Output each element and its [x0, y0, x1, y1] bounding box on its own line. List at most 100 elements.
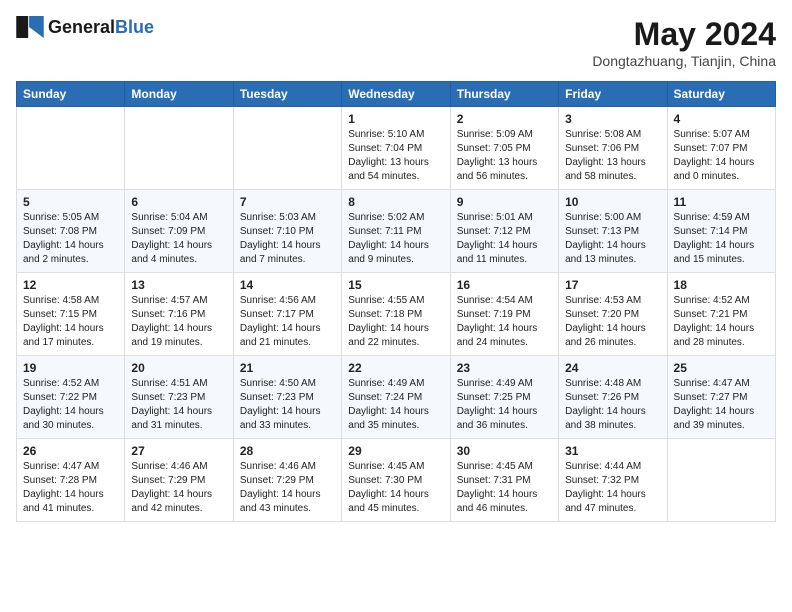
calendar-cell: 16 Sunrise: 4:54 AM Sunset: 7:19 PM Dayl…	[450, 273, 558, 356]
sunrise-label: Sunrise: 4:52 AM	[674, 295, 750, 306]
sunrise-label: Sunrise: 4:46 AM	[131, 461, 207, 472]
day-number: 30	[457, 444, 552, 458]
daylight-label: Daylight: 14 hours and 30 minutes.	[23, 406, 104, 431]
weekday-header-wednesday: Wednesday	[342, 82, 450, 107]
daylight-label: Daylight: 14 hours and 2 minutes.	[23, 240, 104, 265]
sunrise-label: Sunrise: 5:01 AM	[457, 212, 533, 223]
sunset-label: Sunset: 7:04 PM	[348, 143, 422, 154]
daylight-label: Daylight: 14 hours and 17 minutes.	[23, 323, 104, 348]
day-info: Sunrise: 4:46 AM Sunset: 7:29 PM Dayligh…	[131, 460, 226, 516]
day-number: 26	[23, 444, 118, 458]
weekday-header-saturday: Saturday	[667, 82, 775, 107]
day-info: Sunrise: 4:49 AM Sunset: 7:24 PM Dayligh…	[348, 377, 443, 433]
day-info: Sunrise: 5:08 AM Sunset: 7:06 PM Dayligh…	[565, 128, 660, 184]
daylight-label: Daylight: 13 hours and 58 minutes.	[565, 157, 646, 182]
sunrise-label: Sunrise: 4:44 AM	[565, 461, 641, 472]
day-number: 5	[23, 195, 118, 209]
sunrise-label: Sunrise: 5:09 AM	[457, 129, 533, 140]
day-number: 23	[457, 361, 552, 375]
calendar-cell	[17, 107, 125, 190]
day-number: 7	[240, 195, 335, 209]
calendar-cell: 19 Sunrise: 4:52 AM Sunset: 7:22 PM Dayl…	[17, 356, 125, 439]
sunset-label: Sunset: 7:11 PM	[348, 226, 421, 237]
sunrise-label: Sunrise: 4:45 AM	[348, 461, 424, 472]
sunset-label: Sunset: 7:07 PM	[674, 143, 748, 154]
sunset-label: Sunset: 7:24 PM	[348, 392, 422, 403]
sunrise-label: Sunrise: 4:58 AM	[23, 295, 99, 306]
sunset-label: Sunset: 7:12 PM	[457, 226, 531, 237]
day-number: 18	[674, 278, 769, 292]
day-info: Sunrise: 4:48 AM Sunset: 7:26 PM Dayligh…	[565, 377, 660, 433]
calendar-cell: 9 Sunrise: 5:01 AM Sunset: 7:12 PM Dayli…	[450, 190, 558, 273]
day-number: 17	[565, 278, 660, 292]
calendar-cell: 2 Sunrise: 5:09 AM Sunset: 7:05 PM Dayli…	[450, 107, 558, 190]
calendar-cell	[667, 439, 775, 522]
location-subtitle: Dongtazhuang, Tianjin, China	[592, 53, 776, 69]
day-number: 25	[674, 361, 769, 375]
day-number: 31	[565, 444, 660, 458]
day-info: Sunrise: 4:51 AM Sunset: 7:23 PM Dayligh…	[131, 377, 226, 433]
sunrise-label: Sunrise: 5:07 AM	[674, 129, 750, 140]
calendar-cell: 22 Sunrise: 4:49 AM Sunset: 7:24 PM Dayl…	[342, 356, 450, 439]
sunset-label: Sunset: 7:23 PM	[240, 392, 314, 403]
day-number: 4	[674, 112, 769, 126]
sunrise-label: Sunrise: 4:49 AM	[348, 378, 424, 389]
calendar-cell: 13 Sunrise: 4:57 AM Sunset: 7:16 PM Dayl…	[125, 273, 233, 356]
calendar-cell: 1 Sunrise: 5:10 AM Sunset: 7:04 PM Dayli…	[342, 107, 450, 190]
logo: GeneralBlue	[16, 16, 154, 38]
day-number: 27	[131, 444, 226, 458]
daylight-label: Daylight: 14 hours and 35 minutes.	[348, 406, 429, 431]
day-info: Sunrise: 5:10 AM Sunset: 7:04 PM Dayligh…	[348, 128, 443, 184]
sunset-label: Sunset: 7:31 PM	[457, 475, 531, 486]
sunrise-label: Sunrise: 4:57 AM	[131, 295, 207, 306]
sunset-label: Sunset: 7:28 PM	[23, 475, 97, 486]
logo-blue-text: Blue	[115, 17, 154, 37]
day-info: Sunrise: 4:47 AM Sunset: 7:27 PM Dayligh…	[674, 377, 769, 433]
day-number: 3	[565, 112, 660, 126]
sunset-label: Sunset: 7:16 PM	[131, 309, 205, 320]
calendar-cell: 24 Sunrise: 4:48 AM Sunset: 7:26 PM Dayl…	[559, 356, 667, 439]
calendar-cell: 7 Sunrise: 5:03 AM Sunset: 7:10 PM Dayli…	[233, 190, 341, 273]
title-block: May 2024 Dongtazhuang, Tianjin, China	[592, 16, 776, 69]
day-number: 20	[131, 361, 226, 375]
daylight-label: Daylight: 13 hours and 56 minutes.	[457, 157, 538, 182]
calendar-table: SundayMondayTuesdayWednesdayThursdayFrid…	[16, 81, 776, 522]
day-info: Sunrise: 5:00 AM Sunset: 7:13 PM Dayligh…	[565, 211, 660, 267]
daylight-label: Daylight: 14 hours and 7 minutes.	[240, 240, 321, 265]
sunrise-label: Sunrise: 4:49 AM	[457, 378, 533, 389]
daylight-label: Daylight: 14 hours and 46 minutes.	[457, 489, 538, 514]
sunrise-label: Sunrise: 5:10 AM	[348, 129, 424, 140]
page-header: GeneralBlue May 2024 Dongtazhuang, Tianj…	[16, 16, 776, 69]
calendar-cell: 31 Sunrise: 4:44 AM Sunset: 7:32 PM Dayl…	[559, 439, 667, 522]
sunset-label: Sunset: 7:22 PM	[23, 392, 97, 403]
daylight-label: Daylight: 14 hours and 15 minutes.	[674, 240, 755, 265]
day-info: Sunrise: 4:56 AM Sunset: 7:17 PM Dayligh…	[240, 294, 335, 350]
calendar-cell: 21 Sunrise: 4:50 AM Sunset: 7:23 PM Dayl…	[233, 356, 341, 439]
day-info: Sunrise: 4:46 AM Sunset: 7:29 PM Dayligh…	[240, 460, 335, 516]
daylight-label: Daylight: 14 hours and 19 minutes.	[131, 323, 212, 348]
day-number: 8	[348, 195, 443, 209]
daylight-label: Daylight: 14 hours and 31 minutes.	[131, 406, 212, 431]
sunset-label: Sunset: 7:29 PM	[131, 475, 205, 486]
calendar-cell: 11 Sunrise: 4:59 AM Sunset: 7:14 PM Dayl…	[667, 190, 775, 273]
day-info: Sunrise: 5:01 AM Sunset: 7:12 PM Dayligh…	[457, 211, 552, 267]
day-number: 16	[457, 278, 552, 292]
daylight-label: Daylight: 14 hours and 45 minutes.	[348, 489, 429, 514]
sunrise-label: Sunrise: 4:48 AM	[565, 378, 641, 389]
day-info: Sunrise: 5:04 AM Sunset: 7:09 PM Dayligh…	[131, 211, 226, 267]
sunrise-label: Sunrise: 4:53 AM	[565, 295, 641, 306]
sunrise-label: Sunrise: 5:08 AM	[565, 129, 641, 140]
day-info: Sunrise: 4:49 AM Sunset: 7:25 PM Dayligh…	[457, 377, 552, 433]
sunset-label: Sunset: 7:32 PM	[565, 475, 639, 486]
day-number: 15	[348, 278, 443, 292]
daylight-label: Daylight: 14 hours and 28 minutes.	[674, 323, 755, 348]
sunset-label: Sunset: 7:27 PM	[674, 392, 748, 403]
day-number: 22	[348, 361, 443, 375]
day-info: Sunrise: 4:55 AM Sunset: 7:18 PM Dayligh…	[348, 294, 443, 350]
daylight-label: Daylight: 13 hours and 54 minutes.	[348, 157, 429, 182]
sunset-label: Sunset: 7:21 PM	[674, 309, 748, 320]
calendar-cell: 5 Sunrise: 5:05 AM Sunset: 7:08 PM Dayli…	[17, 190, 125, 273]
sunset-label: Sunset: 7:15 PM	[23, 309, 97, 320]
day-info: Sunrise: 4:59 AM Sunset: 7:14 PM Dayligh…	[674, 211, 769, 267]
sunrise-label: Sunrise: 4:47 AM	[674, 378, 750, 389]
